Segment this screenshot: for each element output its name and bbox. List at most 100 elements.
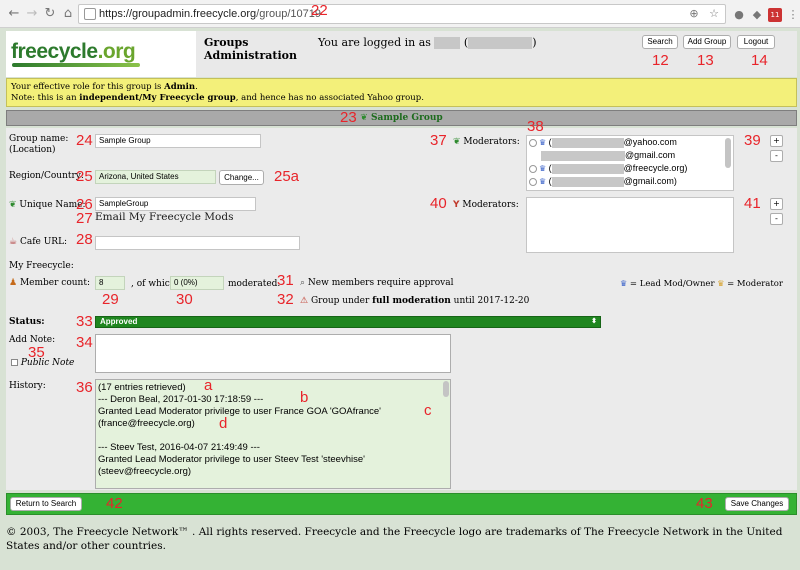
moderator-row[interactable]: @gmail.com xyxy=(529,149,675,162)
marker-29: 29 xyxy=(102,291,119,308)
add-moderator-button[interactable]: + xyxy=(770,135,783,147)
extension-icon[interactable]: ● xyxy=(732,8,746,22)
marker-37: 37 xyxy=(430,132,447,149)
marker-32: 32 xyxy=(277,291,294,308)
role-notice: Your effective role for this group is Ad… xyxy=(6,78,797,107)
marker-43: 43 xyxy=(696,495,713,512)
group-title: Sample Group xyxy=(370,113,443,123)
marker-27: 27 xyxy=(76,210,93,227)
moderator-radio[interactable] xyxy=(529,177,537,186)
add-note-textarea[interactable] xyxy=(95,334,451,373)
marker-41: 41 xyxy=(744,195,761,212)
marker-30: 30 xyxy=(176,291,193,308)
zoom-icon[interactable]: ⊕ xyxy=(687,7,701,21)
marker-23: 23 xyxy=(340,109,357,126)
group-name-input[interactable]: Sample Group xyxy=(95,134,261,148)
email-mods-link[interactable]: Email My Freecycle Mods xyxy=(95,212,233,223)
list-scrollbar[interactable] xyxy=(725,138,731,168)
moderator-radio[interactable] xyxy=(529,138,537,147)
add-yahoo-moderator-button[interactable]: + xyxy=(770,198,783,210)
public-note-checkbox[interactable] xyxy=(11,359,18,366)
logo-swoosh xyxy=(12,63,140,67)
moderator-radio[interactable] xyxy=(529,164,537,173)
logout-button[interactable]: Logout xyxy=(737,35,775,49)
marker-25: 25 xyxy=(76,168,93,185)
marker-42: 42 xyxy=(106,495,123,512)
remove-yahoo-moderator-button[interactable]: - xyxy=(770,213,783,225)
remove-moderator-button[interactable]: - xyxy=(770,150,783,162)
group-name-label: Group name: (Location) xyxy=(9,134,69,155)
status-select[interactable]: Approved ⬍ xyxy=(95,316,601,328)
forward-icon[interactable]: → xyxy=(24,6,40,22)
marker-a: a xyxy=(204,377,213,394)
region-label: Region/Country: xyxy=(9,171,84,181)
moderator-row[interactable]: ♛ (@gmail.com) xyxy=(529,175,677,188)
moderator-row[interactable]: ♛ (@yahoo.com xyxy=(529,136,677,149)
marker-c: c xyxy=(424,402,432,419)
marker-36: 36 xyxy=(76,379,93,396)
history-textarea[interactable]: (17 entries retrieved) --- Deron Beal, 2… xyxy=(95,379,451,489)
moderator-row[interactable]: ♛ (@freecycle.org) xyxy=(529,162,687,175)
save-changes-button[interactable]: Save Changes xyxy=(725,497,789,511)
moderator-crown-icon: ♛ xyxy=(717,279,725,288)
page-info-icon[interactable] xyxy=(84,8,96,20)
return-to-search-button[interactable]: Return to Search xyxy=(10,497,82,511)
warning-icon: ⚠ xyxy=(300,296,309,306)
my-freecycle-label: My Freecycle: xyxy=(9,261,74,271)
unique-name-label: ❦ Unique Name: xyxy=(9,200,86,210)
back-icon[interactable]: ← xyxy=(6,6,22,22)
approval-required-text: ⌕ New members require approval xyxy=(300,278,454,288)
logged-in-text: You are logged in as () xyxy=(318,36,537,49)
extension-icon[interactable]: ◆ xyxy=(750,8,764,22)
chevron-down-icon: ⬍ xyxy=(591,318,597,325)
home-icon[interactable]: ⌂ xyxy=(60,6,76,22)
marker-40: 40 xyxy=(430,195,447,212)
marker-34: 34 xyxy=(76,334,93,351)
unique-name-input[interactable]: SampleGroup xyxy=(95,197,256,211)
freecycle-logo[interactable]: freecycle.org xyxy=(6,31,196,77)
freecycle-leaf-icon: ❦ xyxy=(9,200,17,210)
yahoo-icon: Y xyxy=(453,200,460,210)
magnifier-icon: ⌕ xyxy=(300,278,306,288)
marker-24: 24 xyxy=(76,132,93,149)
marker-13: 13 xyxy=(697,52,714,69)
add-group-button[interactable]: Add Group xyxy=(683,35,731,49)
crown-icon: ♛ xyxy=(539,177,547,186)
search-button[interactable]: Search xyxy=(642,35,678,49)
freecycle-leaf-icon: ❦ xyxy=(360,113,368,123)
role-line: Your effective role for this group is Ad… xyxy=(11,82,198,92)
member-count-label: ♟ Member count: xyxy=(9,278,90,288)
marker-38: 38 xyxy=(527,118,544,135)
bookmark-star-icon[interactable]: ☆ xyxy=(707,7,721,21)
crown-icon: ♛ xyxy=(539,138,547,147)
history-scrollbar[interactable] xyxy=(443,381,449,397)
url-text: https://groupadmin.freecycle.org/group/1… xyxy=(99,8,321,20)
browser-toolbar: ← → ↻ ⌂ https://groupadmin.freecycle.org… xyxy=(0,0,800,28)
extension-badge-icon[interactable]: 11 xyxy=(768,8,782,22)
marker-22: 22 xyxy=(311,2,328,19)
members-icon: ♟ xyxy=(9,278,18,288)
copyright-text: © 2003, The Freecycle Network™ . All rig… xyxy=(6,526,783,552)
menu-icon[interactable]: ⋮ xyxy=(786,8,800,22)
redacted-name xyxy=(551,176,624,187)
change-region-button[interactable]: Change... xyxy=(219,170,264,185)
reload-icon[interactable]: ↻ xyxy=(42,6,58,22)
marker-b: b xyxy=(300,389,309,406)
redacted-email xyxy=(468,37,533,49)
redacted-name xyxy=(551,163,624,174)
yahoo-moderators-list[interactable] xyxy=(526,197,734,253)
public-note-checkbox-row[interactable]: Public Note xyxy=(11,358,74,369)
action-bar xyxy=(6,493,797,515)
history-label: History: xyxy=(9,381,46,391)
freecycle-leaf-icon: ❦ xyxy=(453,137,461,147)
crown-icon: ♛ xyxy=(539,164,547,173)
marker-12: 12 xyxy=(652,52,669,69)
redacted-name xyxy=(551,137,624,148)
cafe-url-input[interactable] xyxy=(95,236,300,250)
address-bar[interactable]: https://groupadmin.freecycle.org/group/1… xyxy=(78,4,726,24)
moderators-list[interactable]: ♛ (@yahoo.com @gmail.com ♛ (@freecycle.o… xyxy=(526,135,734,191)
of-which-text: , of which xyxy=(131,279,176,289)
note-line: Note: this is an independent/My Freecycl… xyxy=(11,93,424,103)
marker-33: 33 xyxy=(76,313,93,330)
group-title-bar: ❦ Sample Group xyxy=(6,110,797,126)
